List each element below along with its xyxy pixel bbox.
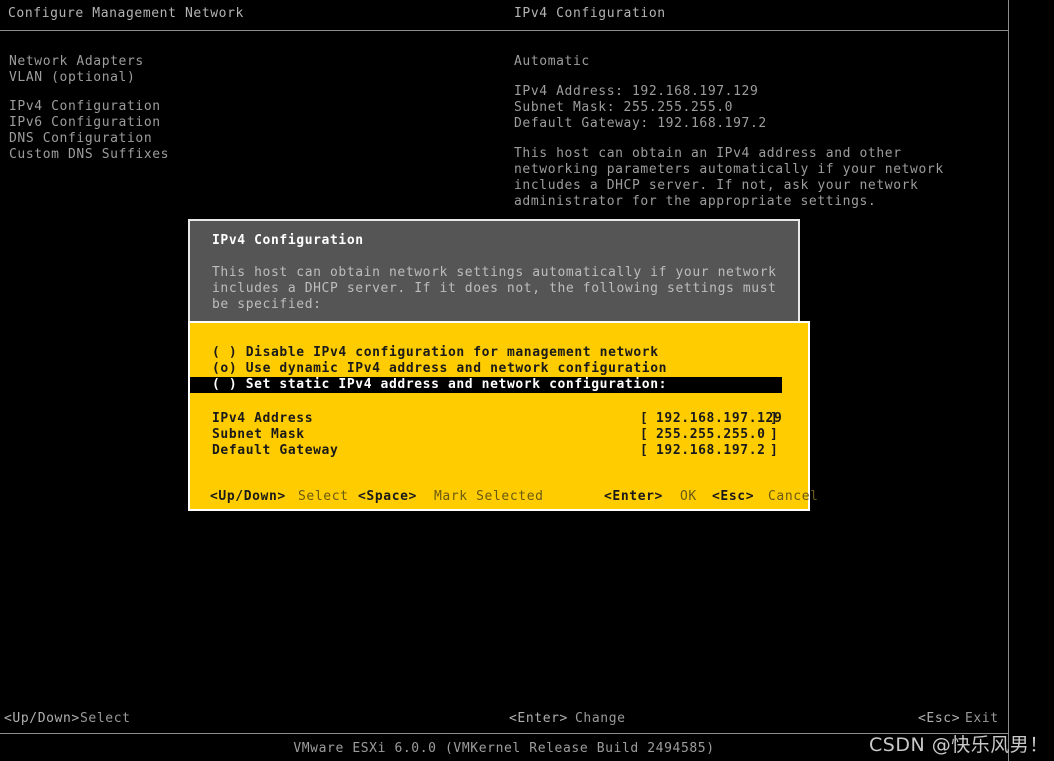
dialog-key-space: <Space> bbox=[358, 489, 417, 504]
dialog-key-enter: <Enter> bbox=[604, 489, 663, 504]
detail-gap-2 bbox=[514, 132, 994, 146]
field-bracket-open-default-gateway: [ bbox=[640, 443, 649, 458]
menu-item-ipv6-configuration[interactable]: IPv6 Configuration bbox=[9, 115, 169, 131]
radio-label-dynamic: Use dynamic IPv4 address and network con… bbox=[245, 361, 668, 376]
field-row-ipv4-address[interactable]: IPv4 Address [ 192.168.197.129 ] bbox=[190, 411, 808, 427]
field-bracket-open-subnet-mask: [ bbox=[640, 427, 649, 442]
field-label-default-gateway: Default Gateway bbox=[212, 443, 339, 458]
static-ip-fields: IPv4 Address [ 192.168.197.129 ] Subnet … bbox=[190, 411, 808, 459]
dialog-action-select[interactable]: Select bbox=[298, 489, 349, 505]
dialog-header: IPv4 Configuration This host can obtain … bbox=[188, 219, 800, 321]
field-row-default-gateway[interactable]: Default Gateway [ 192.168.197.2 ] bbox=[190, 443, 808, 459]
detail-mode: Automatic bbox=[514, 54, 590, 69]
radio-option-static-ipv4[interactable]: ( ) Set static IPv4 address and network … bbox=[190, 377, 782, 393]
status-bar-keys: <Up/Down> Select <Enter> Change <Esc> Ex… bbox=[0, 710, 1008, 728]
menu-item-network-adapters[interactable]: Network Adapters bbox=[9, 54, 169, 70]
menu-gap bbox=[9, 86, 169, 99]
dialog-key-esc: <Esc> bbox=[712, 489, 755, 504]
detail-subnet-mask: Subnet Mask: 255.255.255.0 bbox=[514, 100, 734, 115]
menu-item-custom-dns-suffixes[interactable]: Custom DNS Suffixes bbox=[9, 147, 169, 163]
esxi-dcui-screen: Configure Management Network IPv4 Config… bbox=[0, 0, 1054, 761]
detail-ipv4-address: IPv4 Address: 192.168.197.129 bbox=[514, 84, 759, 99]
detail-default-gateway: Default Gateway: 192.168.197.2 bbox=[514, 116, 767, 131]
ipv4-configuration-dialog: IPv4 Configuration This host can obtain … bbox=[188, 219, 818, 511]
dialog-action-cancel[interactable]: Cancel bbox=[768, 489, 819, 505]
version-string: VMware ESXi 6.0.0 (VMKernel Release Buil… bbox=[293, 741, 715, 756]
detail-pane: Automatic IPv4 Address: 192.168.197.129 … bbox=[514, 54, 994, 210]
dialog-description: This host can obtain network settings au… bbox=[212, 265, 777, 312]
field-row-subnet-mask[interactable]: Subnet Mask [ 255.255.255.0 ] bbox=[190, 427, 808, 443]
dialog-action-mark-selected[interactable]: Mark Selected bbox=[434, 489, 544, 505]
radio-marker-disable: ( ) bbox=[212, 345, 246, 360]
field-label-subnet-mask: Subnet Mask bbox=[212, 427, 305, 442]
status-action-change[interactable]: Change bbox=[575, 710, 626, 728]
dialog-title: IPv4 Configuration bbox=[212, 233, 364, 248]
watermark: CSDN @快乐风男！ bbox=[869, 734, 1049, 756]
status-action-exit[interactable]: Exit bbox=[965, 710, 999, 728]
header-divider bbox=[0, 30, 1008, 31]
page-title-left: Configure Management Network bbox=[8, 6, 244, 21]
field-value-subnet-mask[interactable]: 255.255.255.0 bbox=[656, 427, 766, 443]
status-action-select[interactable]: Select bbox=[80, 710, 131, 728]
dialog-body: ( ) Disable IPv4 configuration for manag… bbox=[188, 321, 818, 511]
dialog-footer: <Up/Down> Select <Space> Mark Selected <… bbox=[190, 489, 818, 505]
radio-marker-static: ( ) bbox=[212, 377, 246, 392]
dialog-action-ok[interactable]: OK bbox=[680, 489, 697, 505]
field-bracket-close-default-gateway: ] bbox=[770, 443, 779, 458]
radio-option-dynamic-ipv4[interactable]: (o) Use dynamic IPv4 address and network… bbox=[190, 361, 808, 377]
radio-label-static: Set static IPv4 address and network conf… bbox=[245, 377, 668, 392]
dialog-key-updown: <Up/Down> bbox=[210, 489, 286, 504]
field-bracket-close-subnet-mask: ] bbox=[770, 427, 779, 442]
menu-item-ipv4-configuration[interactable]: IPv4 Configuration bbox=[9, 99, 169, 115]
menu-item-dns-configuration[interactable]: DNS Configuration bbox=[9, 131, 169, 147]
field-label-ipv4-address: IPv4 Address bbox=[212, 411, 314, 426]
status-key-updown: <Up/Down> bbox=[4, 711, 80, 726]
field-value-default-gateway[interactable]: 192.168.197.2 bbox=[656, 443, 766, 459]
radio-label-disable: Disable IPv4 configuration for managemen… bbox=[245, 345, 659, 360]
ipv4-mode-radio-group: ( ) Disable IPv4 configuration for manag… bbox=[190, 345, 808, 393]
page-title-right: IPv4 Configuration bbox=[514, 6, 666, 21]
detail-gap-1 bbox=[514, 70, 994, 84]
status-key-esc: <Esc> bbox=[918, 711, 961, 726]
footer-divider bbox=[0, 733, 1008, 734]
config-menu: Network Adapters VLAN (optional) IPv4 Co… bbox=[9, 54, 169, 163]
status-key-enter: <Enter> bbox=[509, 711, 568, 726]
radio-option-disable-ipv4[interactable]: ( ) Disable IPv4 configuration for manag… bbox=[190, 345, 808, 361]
radio-marker-dynamic: (o) bbox=[212, 361, 246, 376]
detail-description: This host can obtain an IPv4 address and… bbox=[514, 146, 944, 209]
field-value-ipv4-address[interactable]: 192.168.197.129 bbox=[656, 411, 782, 427]
field-bracket-open-ipv4-address: [ bbox=[640, 411, 649, 426]
field-bracket-close-ipv4-address: ] bbox=[770, 411, 779, 426]
menu-item-vlan[interactable]: VLAN (optional) bbox=[9, 70, 169, 86]
right-border bbox=[1008, 0, 1009, 761]
